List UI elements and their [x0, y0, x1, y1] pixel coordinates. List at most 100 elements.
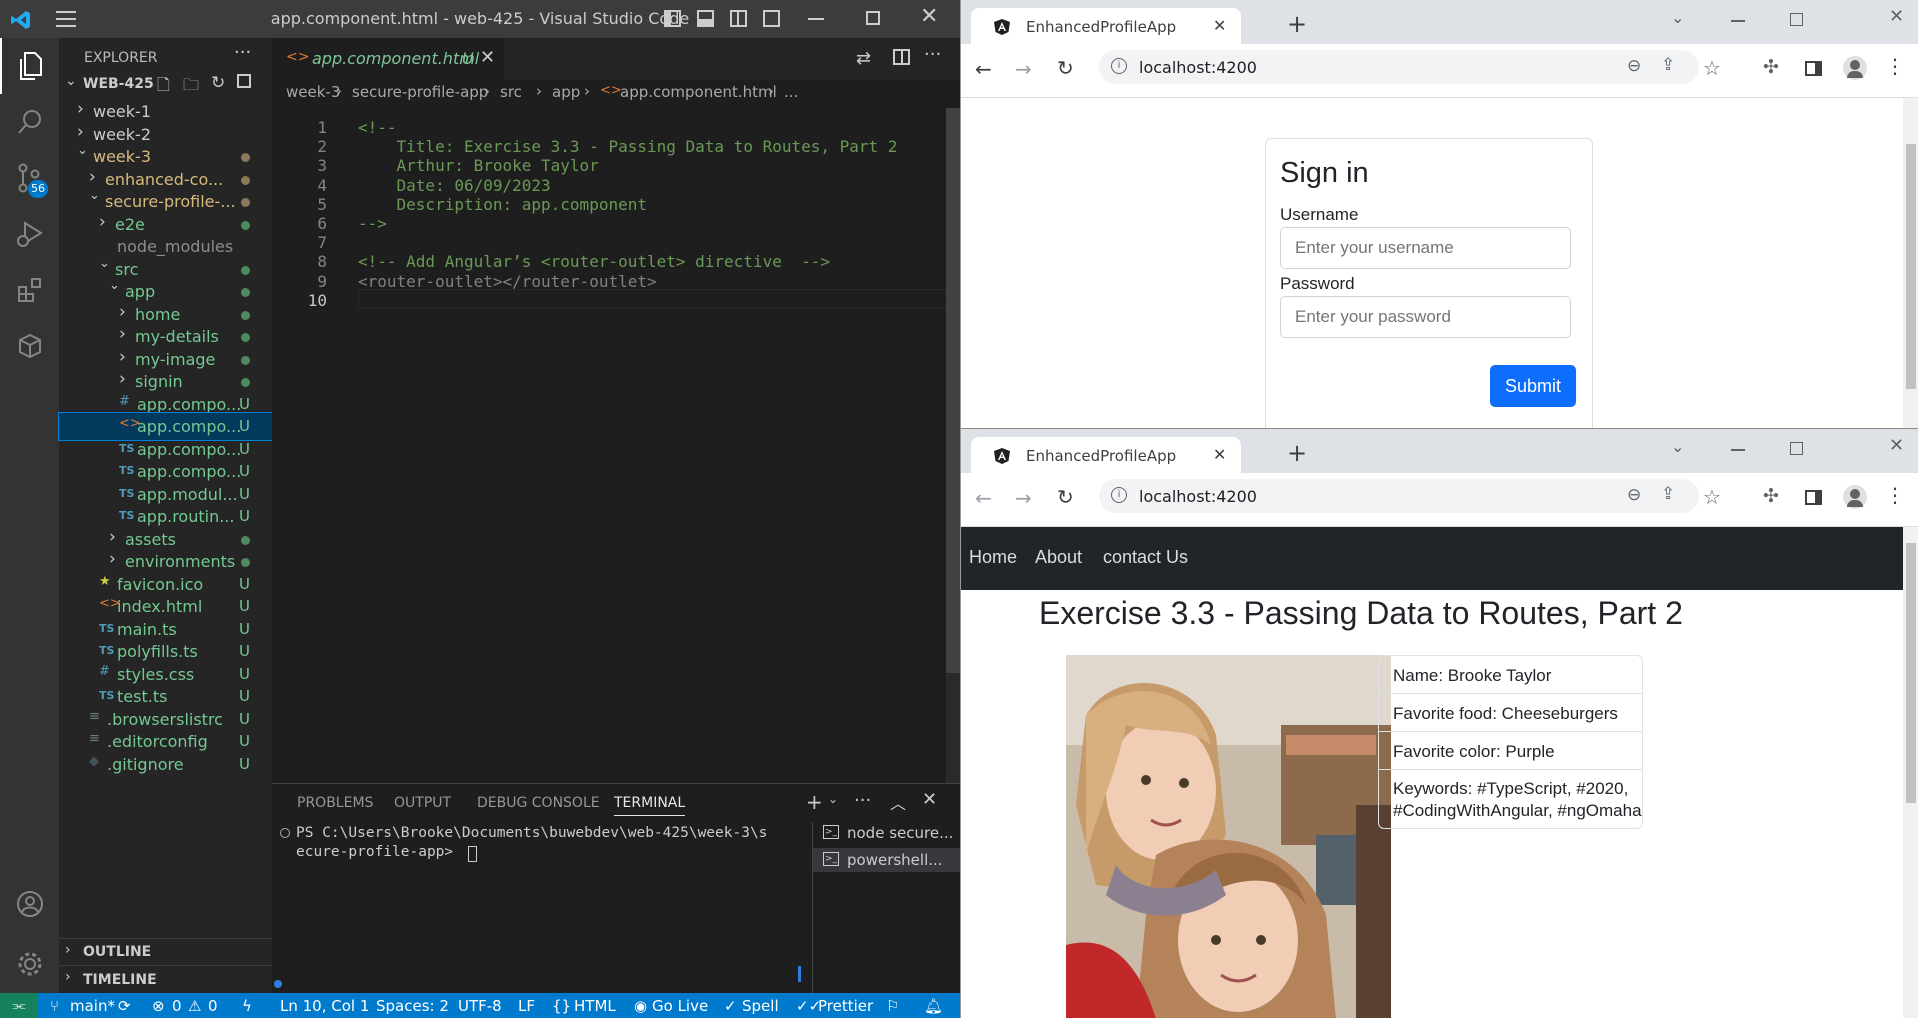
- tab-close-icon[interactable]: ✕: [1213, 16, 1226, 35]
- close-window-icon[interactable]: ✕: [1889, 6, 1904, 27]
- editor-more-icon[interactable]: ···: [924, 44, 941, 65]
- toggle-sidebar-icon[interactable]: [664, 10, 681, 27]
- minimize-icon[interactable]: [1731, 20, 1745, 22]
- maximize-icon[interactable]: [866, 11, 880, 25]
- reload-icon[interactable]: ↻: [1057, 56, 1074, 80]
- new-tab-icon[interactable]: +: [1287, 10, 1307, 38]
- refresh-icon[interactable]: ↻: [211, 73, 225, 93]
- tab-search-icon[interactable]: ⌄: [1671, 8, 1684, 27]
- toggle-secondary-sidebar-icon[interactable]: [730, 10, 747, 27]
- tree-item[interactable]: ◆ .gitignore U: [59, 751, 272, 778]
- new-file-icon[interactable]: 🗋: [157, 74, 170, 101]
- toggle-panel-icon[interactable]: [697, 10, 714, 27]
- browser-menu-icon[interactable]: ⋮: [1885, 54, 1905, 78]
- source-control-icon[interactable]: 56: [0, 150, 59, 206]
- extensions-puzzle-icon[interactable]: ✣: [1763, 485, 1779, 507]
- site-info-icon[interactable]: i: [1111, 487, 1127, 503]
- reload-icon[interactable]: ↻: [1057, 485, 1074, 509]
- language-mode[interactable]: HTML: [574, 997, 616, 1015]
- warning-count[interactable]: 0: [208, 997, 218, 1015]
- maximize-panel-icon[interactable]: ︿: [890, 790, 906, 814]
- bookmark-star-icon[interactable]: ☆: [1703, 56, 1721, 80]
- lightning-icon[interactable]: ϟ: [242, 997, 252, 1015]
- back-arrow-icon[interactable]: ←: [975, 486, 992, 510]
- split-editor-icon[interactable]: [893, 49, 910, 65]
- browser-menu-icon[interactable]: ⋮: [1885, 483, 1905, 507]
- close-panel-icon[interactable]: ✕: [922, 789, 937, 810]
- side-panel-icon[interactable]: [1805, 490, 1822, 505]
- forward-arrow-icon[interactable]: →: [1015, 486, 1032, 510]
- collapse-all-icon[interactable]: [237, 74, 251, 88]
- run-debug-icon[interactable]: [0, 206, 59, 262]
- browser-tab[interactable]: EnhancedProfileApp ✕: [971, 437, 1241, 473]
- submit-button[interactable]: Submit: [1490, 365, 1576, 407]
- accounts-icon[interactable]: [0, 876, 59, 932]
- browser-tab[interactable]: EnhancedProfileApp ✕: [971, 8, 1241, 44]
- back-arrow-icon[interactable]: ←: [975, 57, 992, 81]
- indentation[interactable]: Spaces: 2: [376, 997, 449, 1015]
- share-icon[interactable]: ⇪: [1661, 484, 1675, 504]
- notifications-bell-icon[interactable]: 🔔︎: [924, 997, 943, 1015]
- extensions-puzzle-icon[interactable]: ✣: [1763, 56, 1779, 78]
- cursor-position[interactable]: Ln 10, Col 1: [280, 997, 369, 1015]
- breadcrumb-item[interactable]: ...: [784, 83, 798, 101]
- share-icon[interactable]: ⇪: [1661, 55, 1675, 75]
- close-icon[interactable]: ✕: [920, 4, 938, 29]
- zoom-icon[interactable]: ⊖: [1627, 56, 1641, 76]
- tab-close-icon[interactable]: ✕: [1213, 445, 1226, 464]
- maximize-icon[interactable]: [1790, 442, 1803, 455]
- eol[interactable]: LF: [518, 997, 535, 1015]
- maximize-icon[interactable]: [1790, 13, 1803, 26]
- terminal[interactable]: PS C:\Users\Brooke\Documents\buwebdev\we…: [272, 822, 812, 994]
- page-scrollbar[interactable]: [1903, 98, 1918, 428]
- customize-layout-icon[interactable]: [763, 10, 780, 27]
- new-folder-icon[interactable]: 🗀: [183, 74, 199, 101]
- chevron-down-icon[interactable]: ⌄: [828, 792, 838, 806]
- remote-explorer-icon[interactable]: [0, 318, 59, 374]
- timeline-section[interactable]: › TIMELINE: [59, 965, 272, 993]
- panel-more-icon[interactable]: ···: [854, 790, 871, 811]
- nav-contact-link[interactable]: contact Us: [1103, 547, 1188, 568]
- explorer-icon[interactable]: [0, 38, 59, 94]
- zoom-icon[interactable]: ⊖: [1627, 485, 1641, 505]
- breadcrumb-item[interactable]: secure-profile-app: [352, 83, 488, 101]
- prettier[interactable]: Prettier: [818, 997, 873, 1015]
- profile-avatar-icon[interactable]: [1843, 56, 1867, 80]
- password-input[interactable]: [1280, 296, 1571, 338]
- branch-status[interactable]: main*: [70, 997, 115, 1015]
- breadcrumb-item[interactable]: src: [500, 83, 522, 101]
- search-icon[interactable]: [0, 94, 59, 150]
- encoding[interactable]: UTF-8: [458, 997, 502, 1015]
- close-window-icon[interactable]: ✕: [1889, 435, 1904, 456]
- outline-section[interactable]: › OUTLINE: [59, 938, 272, 965]
- forward-arrow-icon[interactable]: →: [1015, 57, 1032, 81]
- editor-scrollbar[interactable]: [946, 108, 960, 783]
- nav-home-link[interactable]: Home: [969, 547, 1017, 568]
- extensions-icon[interactable]: [0, 262, 59, 318]
- go-live[interactable]: Go Live: [652, 997, 708, 1015]
- feedback-icon[interactable]: ⚐: [886, 997, 899, 1015]
- site-info-icon[interactable]: i: [1111, 58, 1127, 74]
- terminal-list-item[interactable]: >_ powershell...: [813, 848, 960, 872]
- new-tab-icon[interactable]: +: [1287, 439, 1307, 467]
- spell-check[interactable]: Spell: [742, 997, 779, 1015]
- panel-tab-terminal[interactable]: TERMINAL: [614, 795, 686, 816]
- username-input[interactable]: [1280, 227, 1571, 269]
- tab-search-icon[interactable]: ⌄: [1671, 437, 1684, 456]
- tab-close-icon[interactable]: ✕: [480, 47, 495, 68]
- profile-avatar-icon[interactable]: [1843, 485, 1867, 509]
- panel-tab-problems[interactable]: PROBLEMS: [297, 795, 373, 811]
- tab-app-component-html[interactable]: <> app.component.html U ✕: [272, 38, 504, 80]
- remote-icon[interactable]: ⫘: [0, 993, 38, 1018]
- bookmark-star-icon[interactable]: ☆: [1703, 485, 1721, 509]
- workspace-root[interactable]: ⌄ WEB-425 🗋 🗀 ↻: [59, 70, 272, 98]
- settings-gear-icon[interactable]: [0, 936, 59, 992]
- breadcrumb-item[interactable]: app.component.html: [620, 83, 777, 101]
- panel-tab-debug-console[interactable]: DEBUG CONSOLE: [477, 795, 600, 811]
- panel-tab-output[interactable]: OUTPUT: [394, 795, 451, 811]
- address-bar[interactable]: i localhost:4200 ⊖ ⇪: [1099, 479, 1699, 513]
- terminal-list-item[interactable]: >_ node secure...: [813, 822, 960, 846]
- side-panel-icon[interactable]: [1805, 61, 1822, 76]
- minimize-icon[interactable]: [1731, 449, 1745, 451]
- page-scrollbar[interactable]: [1903, 527, 1918, 1018]
